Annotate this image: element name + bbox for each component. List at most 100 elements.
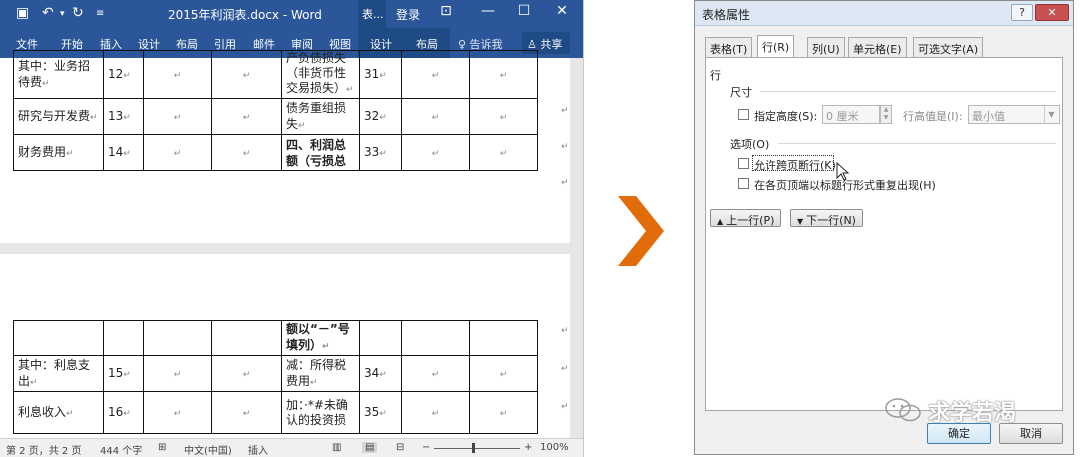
cell-empty[interactable]: ↵: [401, 50, 470, 99]
zoom-slider-track[interactable]: [434, 448, 520, 449]
zoom-level[interactable]: 100%: [540, 442, 569, 453]
print-layout-icon[interactable]: ▤: [362, 442, 378, 453]
cell-empty[interactable]: ↵: [143, 134, 212, 171]
cell-item-name[interactable]: 其中：业务招待费↵: [13, 50, 104, 99]
dialog-title: 表格属性: [702, 8, 751, 22]
cell-item-desc[interactable]: 产负债损失（非货币性交易损失）↵: [281, 50, 360, 99]
specify-height-checkbox[interactable]: [738, 109, 749, 120]
cell-row-number[interactable]: 12↵: [103, 50, 144, 99]
cell-empty[interactable]: ↵: [143, 391, 212, 434]
cell-empty[interactable]: ↵: [469, 391, 538, 434]
maximize-icon[interactable]: ☐: [514, 3, 534, 19]
cell-item-name[interactable]: 财务费用↵: [13, 134, 104, 171]
cell-line-number[interactable]: [359, 320, 402, 356]
help-button[interactable]: ?: [1011, 4, 1033, 21]
allow-row-break-label[interactable]: 允许跨页断行(K): [754, 157, 836, 173]
redo-icon[interactable]: ↻: [72, 5, 84, 21]
tab-cell[interactable]: 单元格(E): [848, 37, 907, 58]
cell-item-name[interactable]: 利息收入↵: [13, 391, 104, 434]
repeat-header-checkbox[interactable]: [738, 178, 749, 189]
cell-empty[interactable]: ↵: [401, 134, 470, 171]
tab-alt-text[interactable]: 可选文字(A): [913, 37, 984, 58]
cell-empty[interactable]: ↵: [401, 355, 470, 392]
height-input[interactable]: 0 厘米: [822, 105, 880, 124]
cell-line-number[interactable]: 35↵: [359, 391, 402, 434]
row-height-mode-value: 最小值: [972, 110, 1005, 123]
tab-column[interactable]: 列(U): [807, 37, 845, 58]
minimize-icon[interactable]: —: [478, 3, 498, 19]
proofing-icon[interactable]: ⊞: [158, 442, 166, 453]
cell-item-name[interactable]: [13, 320, 104, 356]
cell-empty[interactable]: ↵: [469, 50, 538, 99]
ribbon-display-icon[interactable]: ⊡: [436, 3, 456, 19]
tab-row[interactable]: 行(R): [757, 35, 795, 58]
cell-row-number[interactable]: 14↵: [103, 134, 144, 171]
cell-item-desc[interactable]: 额以“－”号填列）↵: [281, 320, 360, 356]
cell-empty[interactable]: ↵: [211, 355, 282, 392]
cell-empty[interactable]: ↵: [469, 355, 538, 392]
cell-line-number[interactable]: 32↵: [359, 98, 402, 135]
cell-empty[interactable]: ↵: [143, 355, 212, 392]
page-count[interactable]: 第 2 页，共 2 页: [6, 442, 81, 457]
arrow-down-icon: ▼: [797, 217, 804, 226]
cell-row-number[interactable]: 15↵: [103, 355, 144, 392]
close-icon[interactable]: ✕: [552, 3, 572, 19]
status-bar: 第 2 页，共 2 页 444 个字 ⊞ 中文(中国) 插入 ▥ ▤ ⊟ − +…: [0, 438, 583, 457]
login-link[interactable]: 登录: [396, 6, 420, 23]
word-titlebar: ▣ ↶ ▾ ↻ ≡ 2015年利润表.docx - Word 表... 登录 ⊡…: [0, 0, 583, 58]
close-button[interactable]: ✕: [1035, 4, 1069, 21]
cell-line-number[interactable]: 33↵: [359, 134, 402, 171]
allow-row-break-checkbox[interactable]: [738, 158, 749, 169]
cell-item-desc[interactable]: 四、利润总额（亏损总: [281, 134, 360, 171]
cell-item-desc[interactable]: 债务重组损失↵: [281, 98, 360, 135]
cell-empty[interactable]: [401, 320, 470, 356]
cell-line-number[interactable]: 31↵: [359, 50, 402, 99]
table-page-1: 其中：业务招待费↵ 12↵ ↵ ↵ 产负债损失（非货币性交易损失）↵ 31↵ ↵…: [13, 50, 538, 171]
cell-empty[interactable]: ↵: [469, 134, 538, 171]
specify-height-label[interactable]: 指定高度(S):: [754, 108, 817, 124]
save-icon[interactable]: ▣: [16, 5, 29, 21]
language-indicator[interactable]: 中文(中国): [184, 442, 232, 457]
cell-empty[interactable]: ↵: [211, 391, 282, 434]
cell-empty[interactable]: [211, 320, 282, 356]
options-divider: [778, 143, 1056, 144]
cell-row-number[interactable]: [103, 320, 144, 356]
read-mode-icon[interactable]: ▥: [332, 442, 341, 453]
cell-item-desc[interactable]: 减：所得税费用↵: [281, 355, 360, 392]
cell-empty[interactable]: ↵: [143, 50, 212, 99]
previous-row-button[interactable]: ▲ 上一行(P): [710, 209, 782, 227]
cell-row-number[interactable]: 16↵: [103, 391, 144, 434]
cell-item-name[interactable]: 研究与开发费↵: [13, 98, 104, 135]
insert-mode[interactable]: 插入: [248, 442, 268, 457]
cell-empty[interactable]: ↵: [211, 50, 282, 99]
cell-empty[interactable]: ↵: [211, 134, 282, 171]
cell-item-desc[interactable]: 加：·*#未确认的投资损: [281, 391, 360, 434]
cell-empty[interactable]: [143, 320, 212, 356]
end-of-row-mark: ↵: [561, 142, 569, 152]
height-spinner[interactable]: ▲ ▼: [880, 105, 892, 124]
tab-table[interactable]: 表格(T): [705, 37, 753, 58]
chevron-down-icon[interactable]: ▼: [1044, 106, 1058, 123]
cell-empty[interactable]: ↵: [143, 98, 212, 135]
cell-item-name[interactable]: 其中：利息支出↵: [13, 355, 104, 392]
undo-dropdown-icon[interactable]: ▾: [60, 9, 65, 19]
cell-empty[interactable]: ↵: [401, 98, 470, 135]
cell-empty[interactable]: ↵: [469, 98, 538, 135]
customize-qat-icon[interactable]: ≡: [96, 8, 104, 19]
cell-empty[interactable]: [469, 320, 538, 356]
watermark: 求学若渴: [884, 395, 1054, 426]
next-row-button[interactable]: ▼ 下一行(N): [790, 209, 863, 227]
word-count[interactable]: 444 个字: [100, 442, 142, 457]
web-layout-icon[interactable]: ⊟: [396, 442, 404, 453]
undo-icon[interactable]: ↶: [42, 5, 54, 21]
repeat-header-label[interactable]: 在各页顶端以标题行形式重复出现(H): [754, 177, 936, 193]
cell-empty[interactable]: ↵: [211, 98, 282, 135]
zoom-in-icon[interactable]: +: [524, 442, 532, 453]
document-title: 2015年利润表.docx - Word: [168, 8, 322, 22]
zoom-slider-thumb[interactable]: [472, 443, 475, 453]
cell-empty[interactable]: ↵: [401, 391, 470, 434]
cell-line-number[interactable]: 34↵: [359, 355, 402, 392]
cell-row-number[interactable]: 13↵: [103, 98, 144, 135]
row-height-is-label: 行高值是(I):: [903, 110, 963, 123]
zoom-out-icon[interactable]: −: [422, 442, 430, 453]
